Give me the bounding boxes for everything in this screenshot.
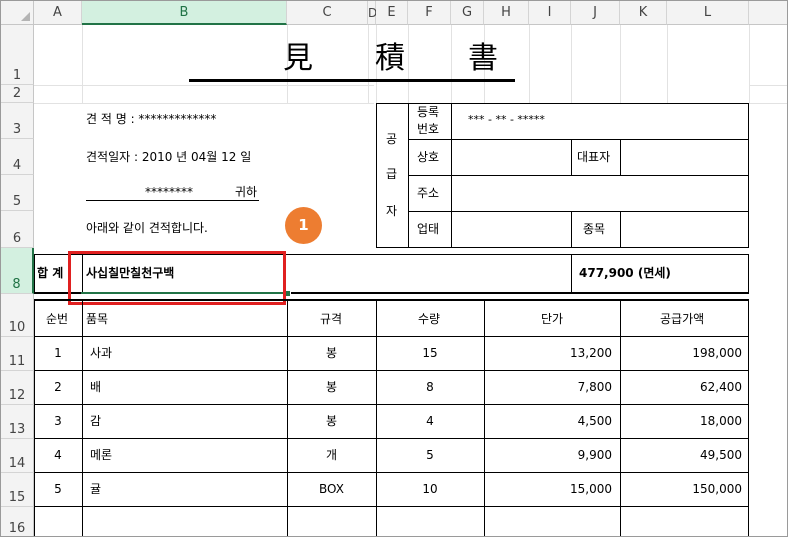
- table-row-3-spec[interactable]: 봉: [287, 414, 376, 428]
- table-row-2-supply[interactable]: 62,400: [620, 380, 742, 394]
- estimate-date[interactable]: 견적일자 : 2010 년 04월 12 일: [86, 150, 251, 164]
- table-row-1-price[interactable]: 13,200: [484, 346, 612, 360]
- header-supply: 공급가액: [660, 312, 705, 326]
- table-row-2-spec[interactable]: 봉: [287, 380, 376, 394]
- table-row-4-spec[interactable]: 개: [287, 448, 376, 462]
- table-row-2-no[interactable]: 2: [34, 380, 82, 394]
- supplier-label-2: 급: [386, 167, 398, 181]
- row-header-3[interactable]: 3: [1, 103, 34, 139]
- title-char-2: 積: [375, 41, 405, 76]
- column-header-g[interactable]: G: [451, 1, 484, 25]
- table-row-5-item[interactable]: 귤: [90, 482, 101, 496]
- column-header-c[interactable]: C: [287, 1, 368, 25]
- table-row-4-no[interactable]: 4: [34, 448, 82, 462]
- column-header-j[interactable]: J: [571, 1, 620, 25]
- column-header-h[interactable]: H: [484, 1, 529, 25]
- row-header-2[interactable]: 2: [1, 85, 34, 103]
- column-header-extra[interactable]: [749, 1, 787, 25]
- row-header-8[interactable]: 8: [1, 248, 34, 294]
- table-row-1-spec[interactable]: 봉: [287, 346, 376, 360]
- column-header-e[interactable]: E: [376, 1, 408, 25]
- table-row-1-qty[interactable]: 15: [376, 346, 484, 360]
- callout-highlight-box: [68, 251, 286, 305]
- table-row-5-qty[interactable]: 10: [376, 482, 484, 496]
- row-header-10[interactable]: 10: [1, 294, 34, 337]
- row-header-14[interactable]: 14: [1, 439, 34, 473]
- table-row-1-supply[interactable]: 198,000: [620, 346, 742, 360]
- title-char-1: 見: [283, 41, 313, 76]
- intro-text[interactable]: 아래와 같이 견적합니다.: [86, 221, 208, 235]
- reg-number[interactable]: *** - ** - *****: [468, 113, 545, 127]
- header-price: 단가: [541, 312, 564, 326]
- column-header-i[interactable]: I: [529, 1, 571, 25]
- row-header-6[interactable]: 6: [1, 211, 34, 248]
- business-item-label: 종목: [583, 222, 606, 236]
- spreadsheet-window: A B C D E F G H I J K L 1 2 3 4 5 6 8 10…: [0, 0, 788, 537]
- column-header-d[interactable]: D: [368, 1, 377, 25]
- row-header-13[interactable]: 13: [1, 405, 34, 439]
- row-header-4[interactable]: 4: [1, 139, 34, 175]
- row-header-15[interactable]: 15: [1, 473, 34, 507]
- table-row-5-spec[interactable]: BOX: [287, 482, 376, 496]
- total-label: 합 계: [37, 266, 64, 280]
- reg-label-2: 번호: [417, 122, 440, 136]
- table-row-4-supply[interactable]: 49,500: [620, 448, 742, 462]
- recipient-underline: [86, 200, 259, 201]
- header-spec: 규격: [320, 312, 343, 326]
- table-row-3-qty[interactable]: 4: [376, 414, 484, 428]
- table-row-2-item[interactable]: 배: [90, 380, 101, 394]
- table-row-3-supply[interactable]: 18,000: [620, 414, 742, 428]
- row-header-16[interactable]: 16: [1, 507, 34, 536]
- total-amount[interactable]: 477,900 (면세): [579, 266, 671, 280]
- title-char-3: 書: [468, 41, 498, 76]
- table-row-3-item[interactable]: 감: [90, 414, 101, 428]
- table-row-3-price[interactable]: 4,500: [484, 414, 612, 428]
- recipient-name[interactable]: ********: [145, 185, 193, 199]
- column-header-f[interactable]: F: [408, 1, 451, 25]
- column-header-k[interactable]: K: [620, 1, 667, 25]
- callout-badge: 1: [285, 207, 322, 244]
- column-header-b[interactable]: B: [82, 1, 287, 25]
- table-row-1-item[interactable]: 사과: [90, 346, 112, 360]
- header-qty: 수량: [418, 312, 441, 326]
- title-underline: [189, 79, 515, 82]
- header-no: 순번: [46, 312, 69, 326]
- column-header-a[interactable]: A: [34, 1, 82, 25]
- ceo-label: 대표자: [577, 150, 611, 164]
- header-item: 품목: [86, 312, 109, 326]
- table-row-4-price[interactable]: 9,900: [484, 448, 612, 462]
- column-header-l[interactable]: L: [667, 1, 749, 25]
- select-all-corner[interactable]: [1, 1, 34, 25]
- table-row-2-qty[interactable]: 8: [376, 380, 484, 394]
- table-row-1-no[interactable]: 1: [34, 346, 82, 360]
- table-row-3-no[interactable]: 3: [34, 414, 82, 428]
- address-label: 주소: [417, 186, 440, 200]
- table-row-4-qty[interactable]: 5: [376, 448, 484, 462]
- table-row-4-item[interactable]: 메론: [90, 448, 112, 462]
- recipient-suffix: 귀하: [235, 185, 258, 199]
- table-row-2-price[interactable]: 7,800: [484, 380, 612, 394]
- supplier-label-1: 공: [386, 132, 398, 146]
- reg-label-1: 등록: [417, 105, 440, 119]
- table-row-5-supply[interactable]: 150,000: [620, 482, 742, 496]
- supplier-label-3: 자: [386, 204, 398, 218]
- row-header-1[interactable]: 1: [1, 25, 34, 85]
- row-header-5[interactable]: 5: [1, 175, 34, 211]
- estimate-name[interactable]: 견 적 명 : *************: [86, 112, 216, 126]
- business-type-label: 업태: [417, 222, 440, 236]
- table-row-5-price[interactable]: 15,000: [484, 482, 612, 496]
- row-header-11[interactable]: 11: [1, 337, 34, 371]
- table-row-5-no[interactable]: 5: [34, 482, 82, 496]
- row-header-12[interactable]: 12: [1, 371, 34, 405]
- company-label: 상호: [417, 150, 440, 164]
